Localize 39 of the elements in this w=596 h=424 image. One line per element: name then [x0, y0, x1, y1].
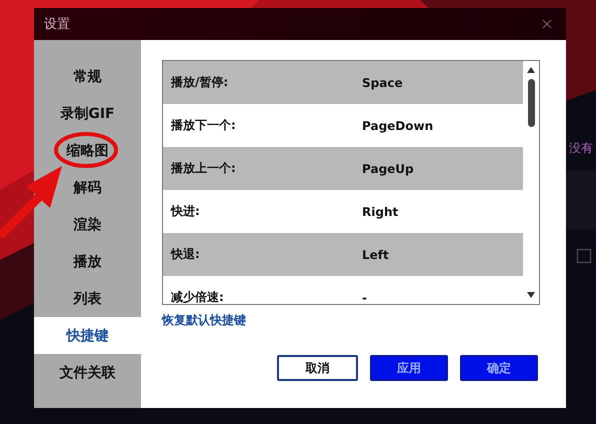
action-label: 减少倍速:: [171, 289, 225, 304]
action-label: 快进:: [171, 203, 201, 220]
action-label: 快退:: [171, 246, 201, 263]
key-binding: Right: [362, 204, 398, 218]
close-icon[interactable]: [542, 19, 552, 29]
action-label: 播放下一个:: [171, 117, 237, 134]
shortcut-row[interactable]: 快进: Right: [163, 190, 523, 233]
square-outline-icon: [577, 249, 591, 263]
key-binding: PageDown: [362, 118, 434, 132]
sidebar-item[interactable]: 解码: [74, 169, 102, 206]
key-binding: -: [362, 290, 367, 304]
shortcut-row[interactable]: 快退: Left: [163, 233, 523, 276]
shortcut-row[interactable]: 播放上一个: PageUp: [163, 147, 523, 190]
shortcut-row[interactable]: 播放/暂停: Space: [163, 61, 523, 104]
reset-shortcuts-link[interactable]: 恢复默认快捷键: [162, 312, 246, 329]
shortcut-row[interactable]: 播放下一个: PageDown: [163, 104, 523, 147]
sidebar-item[interactable]: 录制GIF: [60, 95, 115, 132]
key-binding: Left: [362, 248, 389, 262]
scroll-thumb[interactable]: [528, 79, 534, 127]
dialog-button[interactable]: 确定: [460, 355, 538, 381]
annotation-ellipse: [54, 132, 118, 168]
shortcut-row[interactable]: 减少倍速: -: [163, 276, 523, 304]
dialog-button[interactable]: 取消: [277, 355, 358, 381]
sidebar-item[interactable]: 列表: [74, 280, 102, 317]
sidebar-item[interactable]: 快捷键: [34, 317, 141, 354]
key-binding: Space: [362, 76, 403, 90]
window-title: 设置: [44, 16, 70, 33]
sidebar-item[interactable]: 缩略图: [66, 132, 108, 169]
action-label: 播放上一个:: [171, 160, 237, 177]
sidebar-item[interactable]: 常规: [74, 58, 102, 95]
sidebar-item[interactable]: 渲染: [74, 206, 102, 243]
key-binding: PageUp: [362, 162, 414, 176]
dialog-button[interactable]: 应用: [370, 355, 448, 381]
scroll-down-icon[interactable]: [527, 292, 535, 298]
background-text: 没有: [569, 140, 593, 157]
sidebar-item[interactable]: 播放: [74, 243, 102, 280]
scroll-up-icon[interactable]: [527, 67, 535, 73]
sidebar-item[interactable]: 文件关联: [60, 354, 116, 391]
action-label: 播放/暂停:: [171, 74, 230, 91]
